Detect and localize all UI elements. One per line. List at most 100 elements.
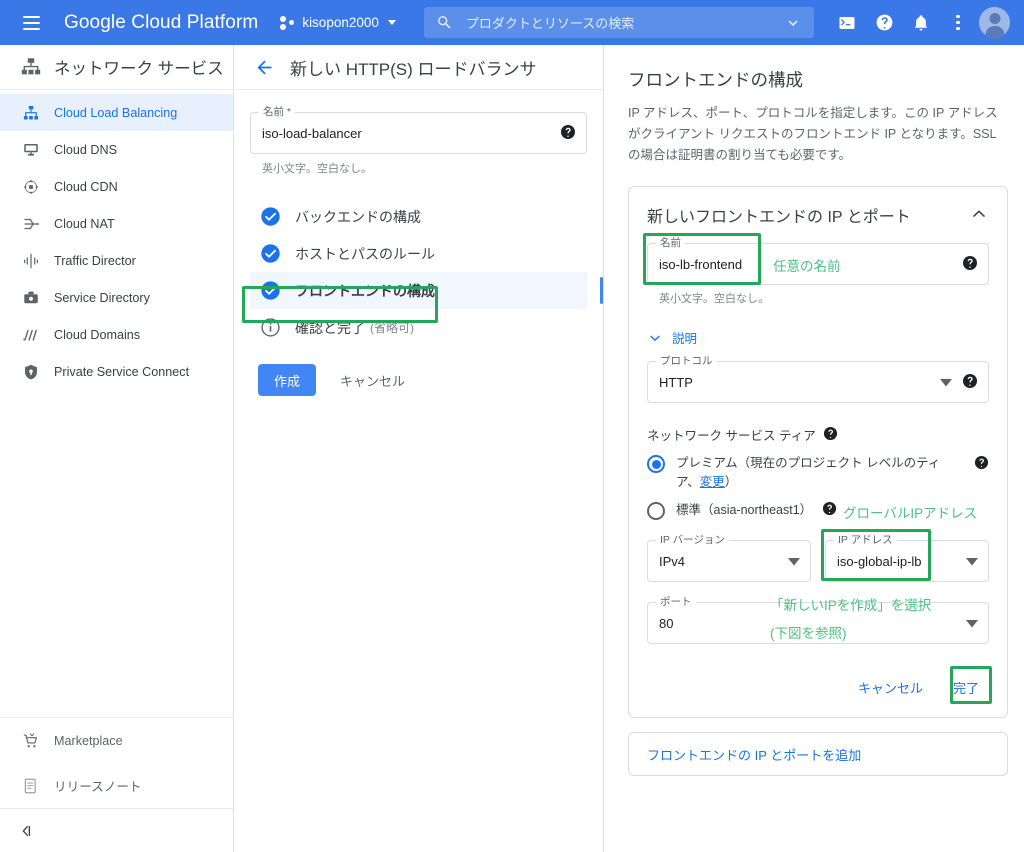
wizard-column: 新しい HTTP(S) ロードバランサ 名前 * iso-load-balanc…: [234, 45, 604, 852]
chevron-up-icon[interactable]: [969, 204, 989, 227]
card-title: 新しいフロントエンドの IP とポート: [647, 209, 911, 226]
search-input[interactable]: プロダクトとリソースの検索: [423, 7, 814, 38]
network-services-icon: [12, 56, 50, 78]
top-bar: Google Cloud Platform kisopon2000 プロダクトと…: [0, 0, 1024, 45]
frontend-name-row: 名前 iso-lb-frontend 英小文字。空白なし。 任意の名前: [643, 233, 989, 306]
check-circle-icon: [258, 205, 282, 229]
dropdown-caret-icon: [940, 375, 952, 390]
help-icon[interactable]: [823, 426, 838, 444]
wizard-step-frontend-config[interactable]: フロントエンドの構成: [250, 272, 603, 309]
lb-name-field[interactable]: 名前 * iso-load-balancer: [250, 106, 587, 154]
lb-name-hint: 英小文字。空白なし。: [262, 163, 372, 175]
sidebar-item-cloud-domains[interactable]: Cloud Domains: [0, 316, 233, 353]
help-icon[interactable]: [962, 373, 978, 392]
search-expand-chevron-icon[interactable]: [784, 14, 802, 32]
radio-standard[interactable]: [647, 502, 665, 520]
wizard-step-sublabel: (省略可): [370, 321, 414, 335]
sidebar-item-label: Cloud DNS: [54, 142, 117, 157]
change-tier-link[interactable]: 変更: [700, 475, 725, 489]
search-icon: [438, 16, 451, 29]
sidebar-item-cloud-cdn[interactable]: Cloud CDN: [0, 168, 233, 205]
protocol-value: HTTP: [659, 374, 693, 390]
sidebar-item-marketplace[interactable]: Marketplace: [0, 718, 233, 763]
create-button[interactable]: 作成: [258, 364, 317, 396]
page-body: ネットワーク サービス Cloud Load Balancing Cloud D…: [0, 45, 1024, 852]
back-arrow-icon[interactable]: [246, 49, 282, 85]
notifications-icon[interactable]: [905, 7, 937, 39]
ip-address-select[interactable]: IP アドレス iso-global-ip-lb: [825, 534, 989, 582]
check-circle-icon: [258, 242, 282, 266]
sidebar-item-release-notes[interactable]: リリースノート: [0, 763, 233, 808]
more-options-icon[interactable]: [942, 7, 974, 39]
page-title: 新しい HTTP(S) ロードバランサ: [290, 59, 537, 79]
ip-address-label: IP アドレス: [834, 534, 897, 547]
annotation-global-ip: グローバルIPアドレス: [843, 506, 978, 521]
wizard-step-backend-config[interactable]: バックエンドの構成: [250, 198, 587, 235]
wizard-header: 新しい HTTP(S) ロードバランサ: [234, 45, 603, 90]
wizard-body: 名前 * iso-load-balancer 英小文字。空白なし。 バックエンド…: [234, 90, 603, 396]
cdn-icon: [12, 178, 50, 196]
project-selector[interactable]: kisopon2000: [280, 15, 396, 30]
sidebar-item-cloud-dns[interactable]: Cloud DNS: [0, 131, 233, 168]
lb-name-label: 名前 *: [259, 106, 296, 119]
collapse-sidebar-icon[interactable]: [0, 808, 233, 852]
wizard-step-label: バックエンドの構成: [295, 208, 421, 225]
network-service-tier: ネットワーク サービス ティア プレミアム（現在のプロジェクト レベルのティア、…: [647, 425, 989, 521]
project-name: kisopon2000: [302, 15, 379, 30]
sidebar-header: ネットワーク サービス: [0, 45, 233, 90]
cancel-button[interactable]: キャンセル: [334, 370, 411, 391]
sidebar-item-label: Private Service Connect: [54, 364, 190, 379]
sidebar-item-label: リリースノート: [54, 780, 142, 794]
help-icon[interactable]: [962, 255, 978, 274]
wizard-step-host-path-rules[interactable]: ホストとパスのルール: [250, 235, 587, 272]
ip-version-label: IP バージョン: [656, 534, 729, 547]
protocol-select[interactable]: プロトコル HTTP: [647, 355, 989, 403]
card-actions: キャンセル 完了: [647, 666, 992, 704]
top-bar-icons: [831, 7, 1014, 39]
app-root: Google Cloud Platform kisopon2000 プロダクトと…: [0, 0, 1024, 852]
ip-address-wrap: IP アドレス iso-global-ip-lb: [821, 529, 989, 582]
brand-title: Google Cloud Platform: [64, 11, 259, 33]
port-row: ポート 80 「新しいIPを作成」を選択 (下図を参照): [647, 596, 989, 644]
frontend-name-label: 名前: [656, 237, 685, 250]
account-avatar[interactable]: [979, 7, 1010, 38]
sidebar-item-label: Traffic Director: [54, 253, 136, 268]
card-done-button[interactable]: 完了: [943, 672, 989, 703]
add-frontend-ip-port-button[interactable]: フロントエンドの IP とポートを追加: [628, 732, 1008, 776]
port-label: ポート: [656, 596, 696, 609]
domains-icon: [12, 326, 50, 344]
frontend-name-value: iso-lb-frontend: [659, 256, 743, 272]
tier-option-standard[interactable]: 標準（asia-northeast1） グローバルIPアドレス: [647, 501, 989, 521]
help-icon[interactable]: [974, 455, 989, 473]
hamburger-icon[interactable]: [14, 6, 48, 40]
sidebar-item-traffic-director[interactable]: Traffic Director: [0, 242, 233, 279]
frontend-name-field[interactable]: 名前 iso-lb-frontend: [647, 237, 989, 285]
port-select[interactable]: ポート 80: [647, 596, 989, 644]
ip-version-select[interactable]: IP バージョン IPv4: [647, 534, 811, 582]
private-service-connect-icon: [12, 363, 50, 381]
description-expander[interactable]: 説明: [647, 328, 989, 347]
info-circle-icon: [258, 316, 282, 340]
description-expander-label: 説明: [672, 332, 698, 346]
sidebar-item-private-service-connect[interactable]: Private Service Connect: [0, 353, 233, 390]
sidebar-title: ネットワーク サービス: [54, 60, 224, 78]
dns-icon: [12, 141, 50, 159]
sidebar-item-cloud-nat[interactable]: Cloud NAT: [0, 205, 233, 242]
project-dots-icon: [280, 15, 295, 30]
wizard-step-review-finalize[interactable]: 確認と完了 (省略可): [250, 309, 587, 346]
cloud-shell-icon[interactable]: [831, 7, 863, 39]
tier-option-premium[interactable]: プレミアム（現在のプロジェクト レベルのティア、変更）: [647, 454, 989, 492]
sidebar-item-cloud-load-balancing[interactable]: Cloud Load Balancing: [0, 94, 233, 131]
chevron-down-icon: [387, 20, 396, 25]
help-icon[interactable]: [560, 124, 576, 143]
tier-heading: ネットワーク サービス ティア: [647, 425, 989, 444]
check-circle-icon: [258, 279, 282, 303]
help-icon[interactable]: [822, 501, 837, 519]
help-icon[interactable]: [868, 7, 900, 39]
radio-premium[interactable]: [647, 455, 665, 473]
sidebar: ネットワーク サービス Cloud Load Balancing Cloud D…: [0, 45, 234, 852]
wizard-steps: バックエンドの構成 ホストとパスのルール フロントエンドの構成 確認と完了 (省…: [250, 198, 603, 346]
sidebar-item-service-directory[interactable]: Service Directory: [0, 279, 233, 316]
tier-heading-label: ネットワーク サービス ティア: [647, 429, 816, 443]
card-cancel-button[interactable]: キャンセル: [848, 672, 933, 703]
